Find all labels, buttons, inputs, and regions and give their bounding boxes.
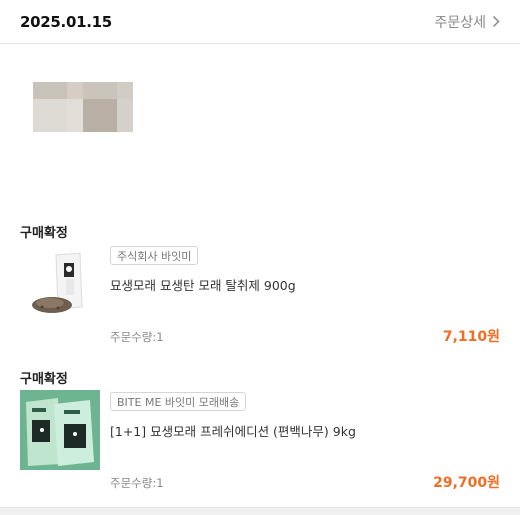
blurred-banner-tile: [33, 99, 67, 132]
blurred-banner-tile: [117, 82, 133, 99]
order-price: 7,110원: [442, 329, 500, 345]
product-name[interactable]: 묘생모래 묘생탄 모래 탈취제 900g: [110, 275, 296, 294]
blurred-banner-tile: [83, 99, 117, 132]
order-detail-label: 주문상세: [434, 14, 486, 31]
order-date: 2025.01.15: [20, 12, 112, 31]
blurred-banner-tile: [67, 99, 83, 132]
product-thumbnail[interactable]: [20, 390, 100, 470]
product-name[interactable]: [1+1] 묘생모래 프레쉬에디션 (편백나무) 9kg: [110, 421, 356, 440]
seller-badge[interactable]: BITE ME 바잇미 모래배송: [110, 392, 247, 411]
order-price: 29,700원: [433, 475, 500, 491]
order-status: 구매확정: [20, 226, 68, 241]
order-quantity: 주문수량:1: [110, 476, 164, 490]
seller-badge[interactable]: 주식회사 바잇미: [110, 246, 199, 265]
order-item[interactable]: 구매확정 BITE ME 바잇미 모래배송 [1+1] 묘생모래 프레쉬에디션 …: [0, 364, 520, 499]
order-item[interactable]: 구매확정 주식회사 바잇미 묘생모래 묘생탄 모래 탈취제 900g 주문수량:…: [0, 218, 520, 353]
blurred-banner-image: [33, 82, 133, 132]
chevron-right-icon: [492, 15, 500, 28]
product-thumbnail[interactable]: [20, 245, 100, 325]
blurred-banner-tile: [117, 99, 133, 132]
blurred-banner-tile: [83, 82, 117, 99]
section-divider: [0, 507, 520, 515]
order-history-card: 2025.01.15 주문상세 구매확정 주식회사 바잇미 묘생모래 묘생탄 모…: [0, 0, 520, 515]
order-quantity: 주문수량:1: [110, 330, 164, 344]
order-header: 2025.01.15 주문상세: [0, 0, 520, 44]
blurred-banner-tile: [67, 82, 83, 99]
blurred-banner-tile: [33, 82, 67, 99]
order-status: 구매확정: [20, 372, 68, 387]
order-detail-link[interactable]: 주문상세: [434, 12, 500, 32]
